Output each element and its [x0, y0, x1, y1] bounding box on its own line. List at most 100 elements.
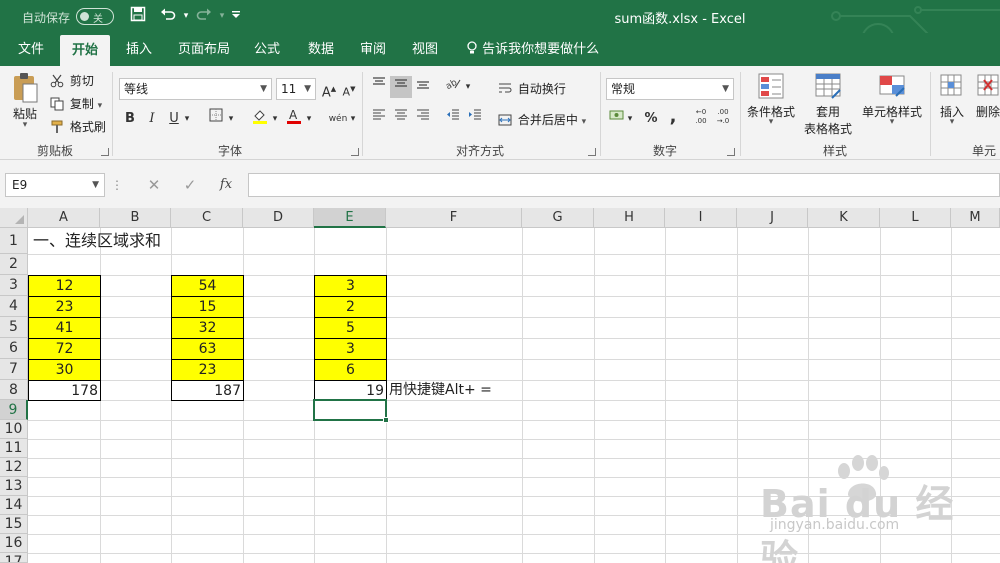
italic-icon[interactable]: I [141, 108, 163, 130]
font-color-icon[interactable]: A [283, 108, 305, 130]
cancel-icon[interactable]: ✕ [143, 174, 165, 196]
decrease-decimal-icon[interactable]: .00 →.0 [712, 108, 734, 130]
column-header-f[interactable]: F [386, 208, 522, 228]
formula-input[interactable] [248, 173, 1000, 197]
tab-view[interactable]: 视图 [400, 33, 450, 66]
font-color-dropdown-icon[interactable]: ▾ [303, 108, 315, 130]
phonetic-dropdown-icon[interactable]: ▾ [347, 108, 359, 130]
column-header-a[interactable]: A [28, 208, 100, 228]
format-as-table-button[interactable]: 套用 表格格式 [798, 72, 858, 137]
column-header-i[interactable]: I [665, 208, 737, 228]
row-header-11[interactable]: 11 [0, 439, 28, 458]
paste-button[interactable]: 粘贴 ▾ [8, 72, 42, 130]
column-header-e[interactable]: E [314, 208, 386, 228]
tab-formulas[interactable]: 公式 [242, 33, 292, 66]
percent-icon[interactable]: % [640, 108, 662, 130]
save-icon[interactable] [128, 6, 148, 26]
column-header-j[interactable]: J [737, 208, 808, 228]
column-header-d[interactable]: D [243, 208, 314, 228]
autosave-toggle[interactable]: 关 [76, 8, 114, 25]
cell-a5[interactable]: 41 [28, 317, 101, 339]
insert-cells-button[interactable]: 插入 ▾ [936, 72, 968, 127]
cell-e4[interactable]: 2 [314, 296, 387, 318]
alignment-launcher-icon[interactable] [588, 148, 596, 156]
more-options-icon[interactable]: ⋮ [110, 174, 124, 196]
cell-e7[interactable]: 6 [314, 359, 387, 381]
bold-icon[interactable]: B [119, 108, 141, 130]
cell-a3[interactable]: 12 [28, 275, 101, 297]
row-header-10[interactable]: 10 [0, 420, 28, 439]
align-middle-icon[interactable] [390, 76, 412, 98]
cell-c8[interactable]: 187 [171, 380, 244, 401]
column-header-c[interactable]: C [171, 208, 243, 228]
cut-button[interactable]: 剪切 [50, 72, 94, 90]
decrease-indent-icon[interactable] [442, 108, 464, 130]
redo-icon[interactable] [194, 6, 214, 26]
customize-toolbar-icon[interactable] [226, 6, 246, 26]
row-header-8[interactable]: 8 [0, 380, 28, 400]
row-header-3[interactable]: 3 [0, 275, 28, 296]
tell-me-search[interactable]: 告诉我你想要做什么 [454, 33, 611, 66]
decrease-font-icon[interactable]: A▼ [338, 78, 360, 100]
row-header-13[interactable]: 13 [0, 477, 28, 496]
cell-e6[interactable]: 3 [314, 338, 387, 360]
tab-file[interactable]: 文件 [6, 33, 56, 66]
column-header-k[interactable]: K [808, 208, 880, 228]
undo-icon[interactable] [158, 6, 178, 26]
fill-handle[interactable] [383, 417, 389, 423]
column-header-h[interactable]: H [594, 208, 665, 228]
number-launcher-icon[interactable] [727, 148, 735, 156]
cell-a4[interactable]: 23 [28, 296, 101, 318]
row-header-14[interactable]: 14 [0, 496, 28, 515]
format-painter-button[interactable]: 格式刷 [50, 118, 106, 136]
column-header-g[interactable]: G [522, 208, 594, 228]
delete-cells-button[interactable]: 删除 [976, 72, 1000, 120]
column-header-b[interactable]: B [100, 208, 171, 228]
currency-dropdown-icon[interactable]: ▾ [624, 108, 636, 130]
row-header-7[interactable]: 7 [0, 359, 28, 380]
increase-indent-icon[interactable] [464, 108, 486, 130]
row-header-15[interactable]: 15 [0, 515, 28, 534]
tab-page-layout[interactable]: 页面布局 [166, 33, 242, 66]
column-header-l[interactable]: L [880, 208, 951, 228]
copy-button[interactable]: 复制 ▾ [50, 95, 102, 113]
cell-a8[interactable]: 178 [28, 380, 101, 401]
cell-e5[interactable]: 5 [314, 317, 387, 339]
row-header-16[interactable]: 16 [0, 534, 28, 553]
row-header-5[interactable]: 5 [0, 317, 28, 338]
font-size-select[interactable]: 11 ▼ [276, 78, 316, 100]
cell-c7[interactable]: 23 [171, 359, 244, 381]
cell-e3[interactable]: 3 [314, 275, 387, 297]
align-top-icon[interactable] [368, 76, 390, 98]
cell-c6[interactable]: 63 [171, 338, 244, 360]
tab-home[interactable]: 开始 [60, 35, 111, 66]
fill-color-icon[interactable] [249, 108, 271, 130]
text-orientation-icon[interactable]: ab [442, 76, 464, 98]
wrap-text-button[interactable]: 自动换行 [498, 80, 566, 98]
cell-e8[interactable]: 19 [314, 380, 387, 401]
tab-insert[interactable]: 插入 [114, 33, 164, 66]
phonetic-icon[interactable]: wén [327, 108, 349, 130]
fill-color-dropdown-icon[interactable]: ▾ [269, 108, 281, 130]
cell-c4[interactable]: 15 [171, 296, 244, 318]
align-right-icon[interactable] [412, 108, 434, 130]
active-cell-e9[interactable] [313, 399, 387, 421]
undo-dropdown-icon[interactable]: ▾ [176, 6, 196, 26]
clipboard-launcher-icon[interactable] [101, 148, 109, 156]
number-format-select[interactable]: 常规 ▼ [606, 78, 734, 100]
cell-a7[interactable]: 30 [28, 359, 101, 381]
column-header-m[interactable]: M [951, 208, 1000, 228]
row-header-4[interactable]: 4 [0, 296, 28, 317]
cell-a1[interactable]: 一、连续区域求和 [33, 230, 161, 254]
comma-style-icon[interactable]: , [662, 108, 684, 130]
row-header-12[interactable]: 12 [0, 458, 28, 477]
increase-font-icon[interactable]: A▲ [318, 78, 340, 100]
tab-data[interactable]: 数据 [296, 33, 346, 66]
borders-dropdown-icon[interactable]: ▾ [225, 108, 237, 130]
copy-dropdown-icon[interactable]: ▾ [98, 101, 103, 111]
row-header-2[interactable]: 2 [0, 254, 28, 275]
borders-icon[interactable] [205, 108, 227, 130]
orientation-dropdown-icon[interactable]: ▾ [462, 76, 474, 98]
conditional-formatting-button[interactable]: 条件格式 ▾ [745, 72, 797, 127]
underline-dropdown-icon[interactable]: ▾ [181, 108, 193, 130]
